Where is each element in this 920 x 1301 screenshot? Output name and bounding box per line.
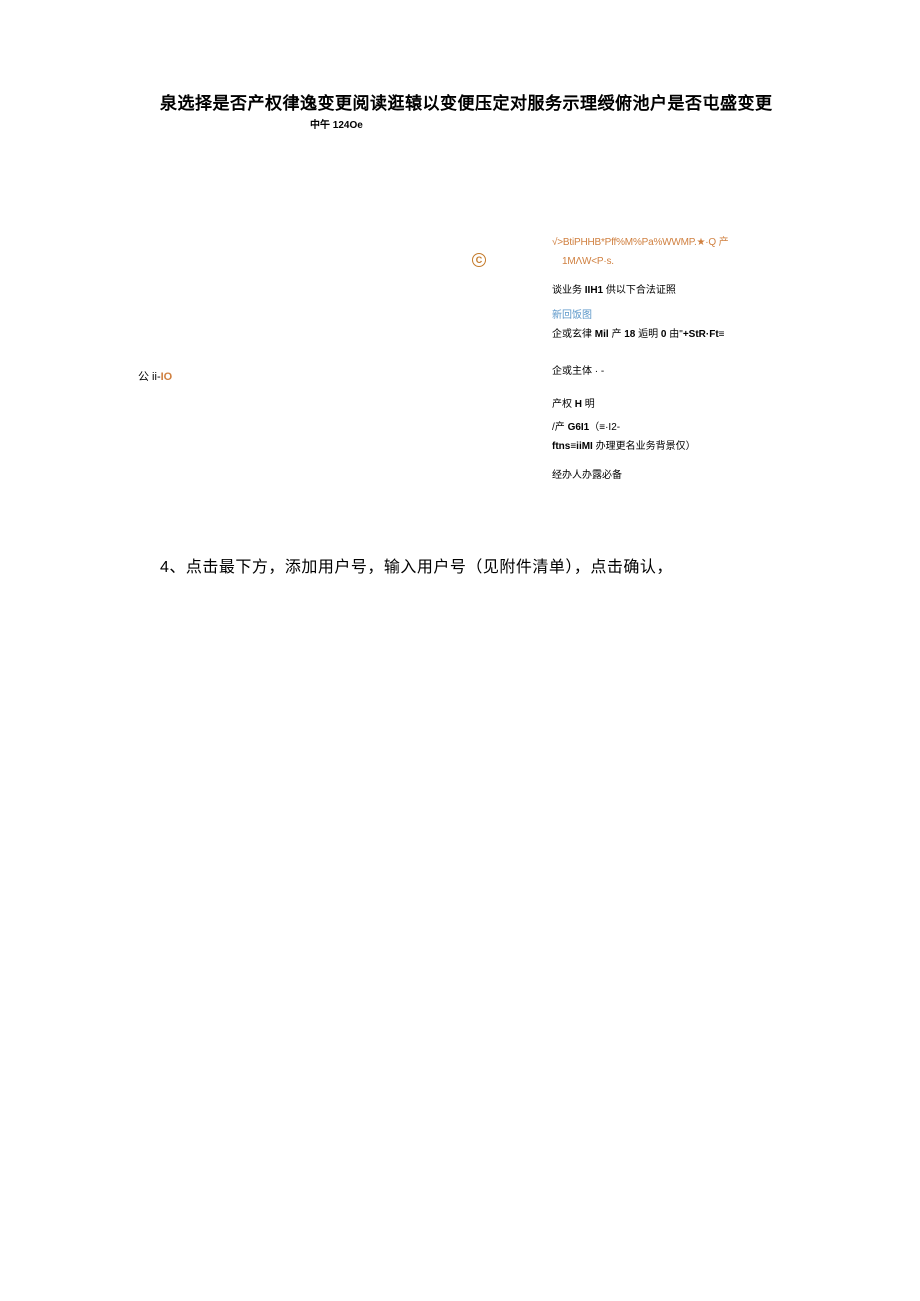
right-line6-prefix: 产权: [552, 399, 575, 410]
right-column: √>BtiPHHB*Pff%M%Pa%WWMP.★·Q 产 1MΛW<P·s. …: [552, 235, 812, 487]
right-line6-bold: H: [575, 399, 582, 410]
right-line7-bold: G6I1: [568, 422, 590, 433]
right-line3-suffix: 供以下合法证照: [603, 285, 676, 296]
right-line6: 产权 H 明: [552, 397, 812, 412]
right-line7: /产 G6I1（≡·I2-: [552, 420, 812, 435]
right-line3: 谈业务 IIH1 供以下合法证照: [552, 283, 812, 298]
right-line4-mid3: 由: [666, 329, 679, 340]
right-line8-bold: ftns≡iiMI: [552, 441, 593, 452]
right-line6-suffix: 明: [582, 399, 595, 410]
right-line4-b2: 18: [624, 329, 635, 340]
right-line4-mid: 产: [609, 329, 625, 340]
right-line4-mid2: 逅明: [635, 329, 661, 340]
right-line3-bold: IIH1: [585, 285, 603, 296]
right-line7-prefix: /产: [552, 422, 568, 433]
right-line3-prefix: 谈业务: [552, 285, 585, 296]
right-line4-b1: Mil: [595, 329, 609, 340]
left-label-suffix: IO: [161, 371, 173, 383]
copyright-letter: C: [476, 255, 483, 265]
right-blue-link[interactable]: 新回饭图: [552, 308, 812, 323]
left-label-prefix: 公 ii-: [138, 371, 161, 383]
right-line5: 企或主体 · -: [552, 364, 812, 379]
copyright-icon: C: [472, 253, 486, 267]
title-text: 泉选择是否产权律逸变更阅读逛辕以变便压定对服务示理绶俯池户是否屯盛变更: [160, 89, 810, 114]
right-line7-suffix: （≡·I2-: [589, 422, 620, 433]
subtitle-text: 中午 124Oe: [310, 116, 363, 131]
right-line4-prefix: 企或玄律: [552, 329, 595, 340]
right-line2: 1MΛW<P·s.: [552, 254, 812, 269]
right-line8: ftns≡iiMI 办理更名业务背景仅）: [552, 439, 812, 454]
right-line1: √>BtiPHHB*Pff%M%Pa%WWMP.★·Q 产: [552, 235, 812, 250]
step-4-text: 4、点击最下方，添加用户号，输入用户号（见附件清单），点击确认，: [160, 553, 673, 577]
right-line8-suffix: 办理更名业务背景仅）: [593, 441, 696, 452]
right-line4-b4: +StR·Ft≡: [683, 329, 725, 340]
right-line9: 经办人办露必备: [552, 468, 812, 483]
left-label: 公 ii-IO: [138, 368, 172, 384]
right-line4: 企或玄律 Mil 产 18 逅明 0 由"+StR·Ft≡: [552, 327, 812, 342]
